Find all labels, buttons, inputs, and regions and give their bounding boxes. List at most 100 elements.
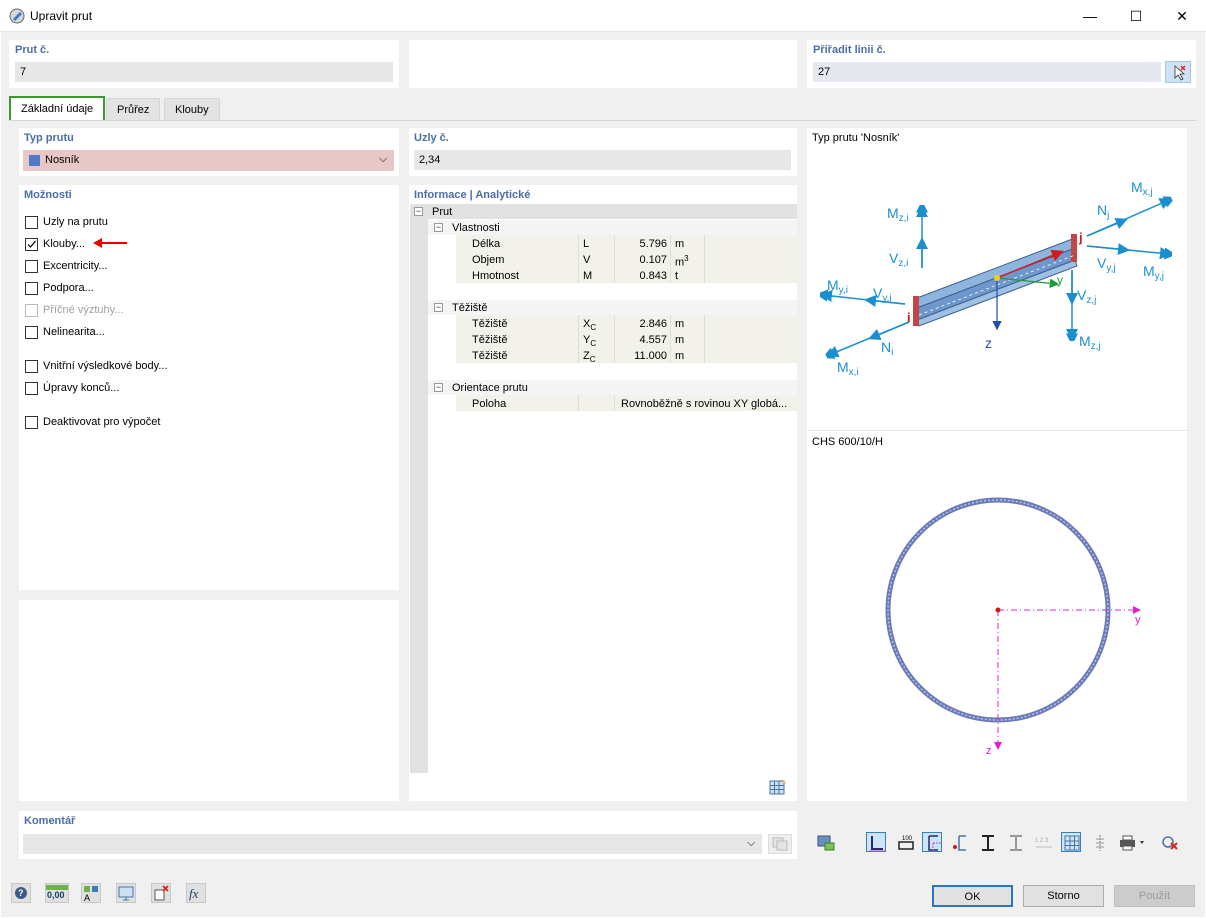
centroid-button[interactable] (949, 832, 969, 852)
label-mxj: M (1131, 179, 1143, 195)
label-mzi: M (887, 205, 899, 221)
minimize-button[interactable]: — (1067, 0, 1113, 32)
label-mxi: M (837, 359, 849, 375)
prop-value: 0.107 (639, 254, 667, 266)
col-sep (578, 395, 579, 411)
prop-name: Délka (472, 238, 501, 250)
option-label-result-points: Vnitřní výsledkové body... (43, 360, 168, 372)
collapse-icon[interactable]: − (434, 303, 443, 312)
checkbox-nodes-on-member[interactable] (25, 216, 38, 229)
option-label-hinges: Klouby... (43, 238, 85, 250)
assign-line-field[interactable]: 27 (813, 62, 1161, 82)
table-view-button[interactable] (1089, 832, 1109, 852)
svg-text:Mz,i: Mz,i (887, 205, 909, 224)
i-section-alt-button[interactable] (1005, 832, 1025, 852)
list-icon (1096, 835, 1104, 851)
label-myj-sub: y,j (1155, 271, 1164, 282)
label-myj: M (1143, 263, 1155, 279)
maximize-button[interactable]: ☐ (1113, 0, 1159, 32)
svg-text:My,j: My,j (1143, 263, 1164, 282)
label-myi: M (827, 277, 839, 293)
nodes-field[interactable]: 2,34 (414, 150, 791, 170)
member-no-panel: Prut č. 7 (9, 40, 399, 88)
reset-view-button[interactable] (1159, 832, 1179, 852)
nodes-label: Uzly č. (414, 132, 449, 144)
collapse-icon[interactable]: − (414, 207, 423, 216)
cog-name: Těžiště (472, 350, 508, 362)
formula-button[interactable]: fx (186, 883, 206, 903)
red-arrow-icon (93, 238, 127, 248)
svg-text:Ni: Ni (881, 339, 893, 358)
checkbox-hinges[interactable] (25, 238, 38, 251)
tab-hinges[interactable]: Klouby (164, 98, 220, 121)
view-button[interactable] (116, 883, 136, 903)
close-button[interactable]: ✕ (1159, 0, 1205, 32)
label-node-j: j (1078, 230, 1083, 245)
grid-button[interactable] (1061, 832, 1081, 852)
cog-group-label: Těžiště (452, 302, 488, 314)
checkbox-support[interactable] (25, 282, 38, 295)
checkbox-end-mods[interactable] (25, 382, 38, 395)
preview-settings-button[interactable] (815, 832, 835, 852)
title-bar (0, 0, 1206, 32)
cancel-button[interactable]: Storno (1023, 885, 1104, 907)
svg-text:Vy,j: Vy,j (1097, 255, 1116, 274)
checkbox-deactivate[interactable] (25, 416, 38, 429)
cog-name: Těžiště (472, 318, 508, 330)
dimensions-button[interactable]: 100 (895, 832, 915, 852)
props-group-label: Vlastnosti (452, 222, 500, 234)
table-icon (769, 779, 786, 795)
axes-icon (928, 835, 941, 851)
table-export-button[interactable] (767, 777, 789, 797)
i-section-button[interactable] (977, 832, 997, 852)
tab-basic[interactable]: Základní údaje (9, 96, 106, 121)
display-settings-icon (817, 835, 835, 851)
option-label-nonlinearity: Nelinearita... (43, 326, 105, 338)
checkbox-stiffeners (25, 304, 38, 317)
member-type-panel: Typ prutu Nosník ⌵ (19, 128, 399, 176)
pick-line-button[interactable] (1165, 61, 1191, 83)
checkbox-eccentricities[interactable] (25, 260, 38, 273)
copy-icon (772, 837, 788, 851)
decimals-button[interactable]: 0,00 (45, 883, 69, 903)
numbering-button[interactable]: 1 2 3 (1033, 832, 1053, 852)
col-sep (614, 395, 615, 411)
chevron-down-icon[interactable]: ⌵ (747, 837, 755, 850)
tab-section[interactable]: Průřez (106, 98, 161, 121)
col-sep (704, 315, 705, 363)
label-ni: N (881, 339, 891, 355)
comment-library-button[interactable] (768, 834, 792, 854)
grid-icon (1064, 835, 1080, 851)
axes-button[interactable] (922, 832, 942, 852)
col-sep (670, 315, 671, 363)
checkbox-result-points[interactable] (25, 360, 38, 373)
ok-button[interactable]: OK (932, 885, 1013, 907)
cog-value: 4.557 (639, 334, 667, 346)
member-type-select[interactable]: Nosník ⌵ (23, 150, 394, 171)
member-no-field[interactable]: 7 (15, 62, 393, 82)
function-icon: fx (189, 886, 199, 901)
svg-text:Vz,i: Vz,i (889, 250, 908, 269)
print-button[interactable] (1117, 832, 1149, 852)
app-icon (9, 8, 25, 24)
section-view-button[interactable] (866, 832, 886, 852)
empty-panel (409, 40, 797, 88)
units-icon: A (84, 886, 98, 903)
tab-divider (9, 120, 1197, 121)
apply-button[interactable]: Použít (1114, 885, 1195, 907)
svg-text:Mz,j: Mz,j (1079, 333, 1101, 352)
help-button[interactable]: ? (11, 883, 31, 903)
prop-value: 0.843 (639, 270, 667, 282)
units-button[interactable]: A (81, 883, 101, 903)
collapse-icon[interactable]: − (434, 383, 443, 392)
orient-value: Rovnoběžně s rovinou XY globá... (621, 398, 788, 410)
cog-value: 11.000 (634, 350, 667, 362)
collapse-icon[interactable]: − (434, 223, 443, 232)
svg-text:My,i: My,i (827, 277, 848, 296)
checkbox-nonlinearity[interactable] (25, 326, 38, 339)
comment-field[interactable] (23, 834, 762, 854)
delete-button[interactable] (151, 883, 171, 903)
label-mxi-sub: x,i (849, 367, 859, 378)
section-diagram: y z (885, 497, 1141, 757)
label-z-axis: z (985, 335, 992, 351)
